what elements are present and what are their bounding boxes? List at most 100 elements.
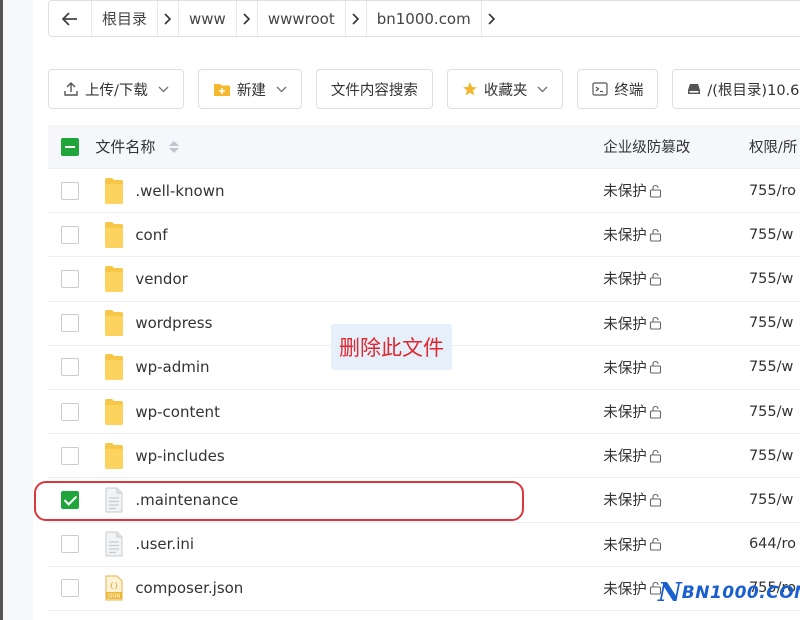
new-button[interactable]: 新建 <box>197 69 302 109</box>
file-name[interactable]: wp-admin <box>135 358 209 376</box>
column-header-name[interactable]: 文件名称 <box>95 136 155 157</box>
search-content-button[interactable]: 文件内容搜索 <box>315 69 433 109</box>
select-all-checkbox[interactable] <box>60 137 79 156</box>
protection-status[interactable]: 未保护 <box>603 313 647 334</box>
row-checkbox[interactable] <box>60 358 79 377</box>
folder-icon <box>101 353 127 381</box>
folder-icon <box>101 221 127 249</box>
favorites-label: 收藏夹 <box>483 82 528 99</box>
terminal-label: 终端 <box>614 82 644 99</box>
lock-icon[interactable] <box>649 537 663 551</box>
row-checkbox[interactable] <box>60 402 79 421</box>
protection-status[interactable]: 未保护 <box>603 401 647 422</box>
protection-status[interactable]: 未保护 <box>603 357 647 378</box>
folder-icon <box>101 442 127 470</box>
protection-status[interactable]: 未保护 <box>603 224 647 245</box>
breadcrumb-item-site[interactable]: bn1000.com <box>365 1 481 36</box>
lock-icon[interactable] <box>649 405 663 419</box>
table-header: 文件名称 企业级防篡改 权限/所 <box>48 125 800 169</box>
row-checkbox[interactable] <box>60 181 79 200</box>
permission-value[interactable]: 755/w <box>749 359 800 375</box>
protection-status[interactable]: 未保护 <box>603 534 647 555</box>
file-name[interactable]: .well-known <box>135 182 224 200</box>
lock-icon[interactable] <box>649 493 663 507</box>
upload-icon <box>63 81 79 97</box>
chevron-down-icon <box>158 82 169 96</box>
row-checkbox[interactable] <box>60 535 79 554</box>
new-label: 新建 <box>236 82 266 99</box>
row-checkbox[interactable] <box>60 579 79 598</box>
chevron-down-icon <box>537 82 548 96</box>
permission-value[interactable]: 755/w <box>749 227 800 243</box>
protection-status[interactable]: 未保护 <box>603 445 647 466</box>
file-name[interactable]: wp-content <box>135 403 220 421</box>
permission-value[interactable]: 644/ro <box>749 536 800 552</box>
toolbar: 上传/下载 新建 文件内容搜索 收藏夹 终端 /(根目录)10.6 <box>48 69 800 109</box>
chevron-right-icon[interactable] <box>344 1 366 36</box>
terminal-button[interactable]: 终端 <box>577 69 659 109</box>
breadcrumb: 根目录 www wwwroot bn1000.com <box>48 0 800 37</box>
upload-download-button[interactable]: 上传/下载 <box>48 69 184 109</box>
breadcrumb-item-root[interactable]: 根目录 <box>91 1 157 36</box>
table-row[interactable]: .maintenance 未保护 755/w <box>34 478 800 523</box>
file-manager: 根目录 www wwwroot bn1000.com 上传/下载 新建 文件内容… <box>33 0 800 620</box>
table-row[interactable]: vendor 未保护 755/w <box>48 257 800 302</box>
permission-value[interactable]: 755/w <box>749 315 800 331</box>
file-name[interactable]: vendor <box>135 270 187 288</box>
row-checkbox[interactable] <box>60 314 79 333</box>
lock-icon[interactable] <box>649 184 663 198</box>
table-row[interactable]: .user.ini 未保护 644/ro <box>48 523 800 567</box>
permission-value[interactable]: 755/w <box>749 271 800 287</box>
disk-button[interactable]: /(根目录)10.6 <box>672 69 800 109</box>
row-checkbox[interactable] <box>60 490 79 509</box>
file-name[interactable]: .maintenance <box>135 491 238 509</box>
chevron-down-icon <box>276 82 287 96</box>
file-icon <box>101 530 127 558</box>
row-checkbox[interactable] <box>60 225 79 244</box>
watermark-logo: N BN1000.COM <box>658 578 800 608</box>
chevron-right-icon[interactable] <box>157 1 178 36</box>
table-row[interactable]: .well-known 未保护 755/ro <box>48 169 800 214</box>
row-checkbox[interactable] <box>60 269 79 288</box>
left-panel <box>3 0 33 620</box>
breadcrumb-item-www[interactable]: www <box>178 1 236 36</box>
table-row[interactable]: wp-includes 未保护 755/w <box>48 434 800 479</box>
back-arrow-icon[interactable] <box>49 1 91 36</box>
disk-icon <box>687 83 701 95</box>
folder-icon <box>101 177 127 205</box>
file-name[interactable]: .user.ini <box>135 535 194 553</box>
file-name[interactable]: conf <box>135 226 167 244</box>
file-name[interactable]: composer.json <box>135 579 243 597</box>
table-row[interactable]: wp-content 未保护 755/w <box>48 390 800 435</box>
permission-value[interactable]: 755/w <box>749 492 800 508</box>
permission-value[interactable]: 755/w <box>749 404 800 420</box>
chevron-right-icon[interactable] <box>480 1 502 36</box>
json-file-icon: {} JSON <box>101 574 127 602</box>
favorites-button[interactable]: 收藏夹 <box>446 69 564 109</box>
permission-value[interactable]: 755/w <box>749 448 800 464</box>
breadcrumb-item-wwwroot[interactable]: wwwroot <box>256 1 345 36</box>
lock-icon[interactable] <box>649 316 663 330</box>
sort-icon[interactable] <box>169 140 180 153</box>
protection-status[interactable]: 未保护 <box>603 268 647 289</box>
protection-status[interactable]: 未保护 <box>603 489 647 510</box>
lock-icon[interactable] <box>649 228 663 242</box>
svg-text:JSON: JSON <box>107 594 121 600</box>
annotation-label: 删除此文件 <box>331 324 452 370</box>
protection-status[interactable]: 未保护 <box>603 180 647 201</box>
column-header-permission: 权限/所 <box>748 140 798 156</box>
protection-status[interactable]: 未保护 <box>603 578 647 599</box>
row-checkbox[interactable] <box>60 446 79 465</box>
permission-value[interactable]: 755/ro <box>749 183 800 199</box>
chevron-right-icon[interactable] <box>235 1 257 36</box>
lock-icon[interactable] <box>649 449 663 463</box>
file-name[interactable]: wp-includes <box>135 447 224 465</box>
folder-icon <box>101 398 127 426</box>
table-row[interactable]: conf 未保护 755/w <box>48 213 800 258</box>
file-name[interactable]: wordpress <box>135 314 212 332</box>
column-header-protection: 企业级防篡改 <box>603 140 691 156</box>
lock-icon[interactable] <box>649 360 663 374</box>
svg-text:{}: {} <box>110 582 119 590</box>
lock-icon[interactable] <box>649 272 663 286</box>
watermark-text: BN1000.COM <box>681 583 800 603</box>
